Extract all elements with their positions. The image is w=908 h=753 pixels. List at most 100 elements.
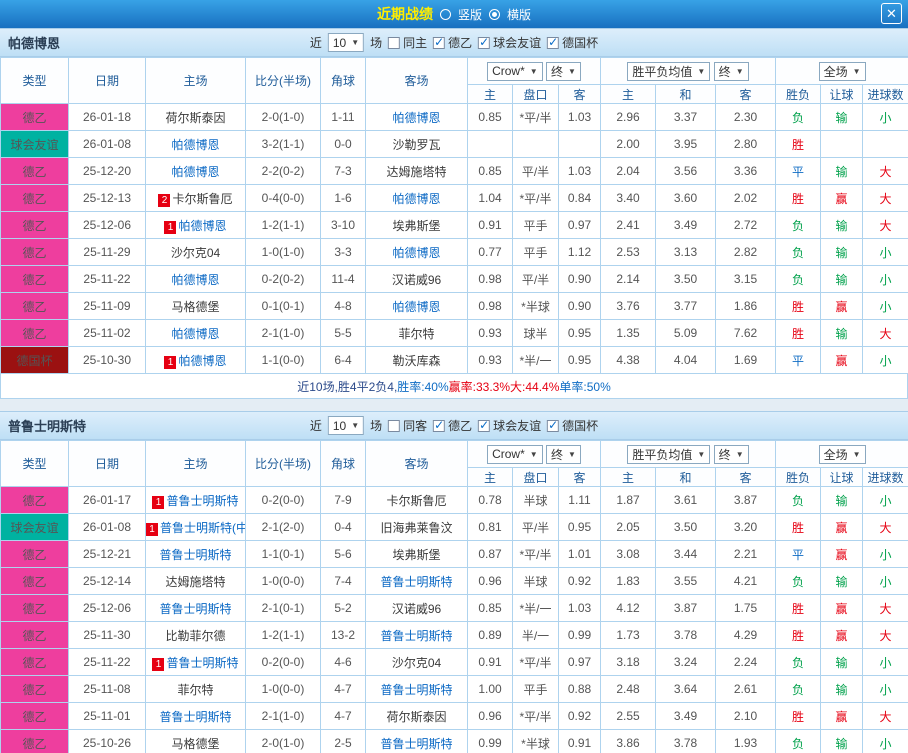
home-team-name[interactable]: 普鲁士明斯特	[166, 494, 238, 508]
same-venue-checkbox[interactable]: 同主	[388, 34, 427, 51]
result-goals: 小	[862, 486, 908, 514]
odds-time-select[interactable]: 终 ▼	[546, 61, 581, 81]
mean-time-select[interactable]: 终 ▼	[713, 61, 749, 81]
col-type: 类型	[0, 57, 69, 104]
away-team-name[interactable]: 普鲁士明斯特	[380, 737, 452, 751]
home-team-name[interactable]: 帕德博恩	[178, 219, 226, 233]
league-checkbox-de2[interactable]: 德乙	[433, 34, 472, 51]
league-type-badge: 球会友谊	[0, 130, 69, 158]
home-team-name[interactable]: 马格德堡	[171, 737, 219, 751]
home-team-name[interactable]: 普鲁士明斯特	[166, 656, 238, 670]
away-team-name[interactable]: 帕德博恩	[392, 111, 440, 125]
match-score: 2-1(1-0)	[245, 702, 321, 730]
away-team-name[interactable]: 菲尔特	[398, 327, 434, 341]
chevron-down-icon: ▼	[568, 66, 576, 76]
league-checkbox-de2[interactable]: 德乙	[433, 417, 472, 434]
odds-company-select[interactable]: Crow* ▼	[487, 61, 543, 81]
handicap-line	[512, 130, 559, 158]
match-date: 25-12-13	[68, 184, 146, 212]
unit-label: 场	[370, 419, 383, 433]
home-team-name[interactable]: 卡尔斯鲁厄	[172, 192, 232, 206]
away-team-name[interactable]: 汉诺威96	[392, 273, 441, 287]
match-count-select[interactable]: 10 ▼	[327, 416, 365, 435]
home-team-name[interactable]: 帕德博恩	[171, 273, 219, 287]
checkbox-label: 球会友谊	[493, 36, 542, 50]
mean-odds-home: 2.48	[600, 675, 656, 703]
home-team-name[interactable]: 荷尔斯泰因	[165, 111, 225, 125]
home-team-name[interactable]: 普鲁士明斯特(中)	[160, 521, 245, 535]
results-table: 类型 日期 主场 比分(半场) 角球 客场 Crow* ▼ 终 ▼ 胜平负均值 ▼ 终…	[0, 57, 908, 374]
home-team-name[interactable]: 帕德博恩	[171, 165, 219, 179]
away-team-name[interactable]: 旧海弗莱鲁汶	[380, 521, 452, 535]
result-goals: 小	[862, 238, 908, 266]
home-team-name[interactable]: 沙尔克04	[171, 246, 220, 260]
home-team-name[interactable]: 马格德堡	[171, 300, 219, 314]
odds-time-select[interactable]: 终 ▼	[546, 444, 581, 464]
table-body: 德乙 26-01-17 1 普鲁士明斯特 0-2(0-0) 7-9 卡尔斯鲁厄 0.78 半球 1…	[0, 486, 908, 753]
away-team-name[interactable]: 普鲁士明斯特	[380, 683, 452, 697]
handicap-odds-home: 0.91	[467, 211, 513, 239]
away-team-name[interactable]: 帕德博恩	[392, 300, 440, 314]
scope-select[interactable]: 全场 ▼	[818, 444, 866, 464]
league-checkbox-cup[interactable]: 德国杯	[547, 417, 598, 434]
home-team-name[interactable]: 达姆施塔特	[165, 575, 225, 589]
away-team-name[interactable]: 荷尔斯泰因	[386, 710, 446, 724]
league-checkbox-friendly[interactable]: 球会友谊	[478, 34, 541, 51]
result-wdl: 负	[775, 265, 822, 293]
horizontal-layout-label[interactable]: 横版	[507, 6, 531, 23]
handicap-odds-home: 0.96	[467, 702, 513, 730]
away-team-name[interactable]: 普鲁士明斯特	[380, 575, 452, 589]
away-team-name[interactable]: 普鲁士明斯特	[380, 629, 452, 643]
away-team-name[interactable]: 达姆施塔特	[386, 165, 446, 179]
league-checkbox-cup[interactable]: 德国杯	[547, 34, 598, 51]
away-team-name[interactable]: 沙勒罗瓦	[392, 138, 440, 152]
match-count-select[interactable]: 10 ▼	[327, 33, 365, 52]
match-row: 德乙 25-12-20 帕德博恩 2-2(0-2) 7-3 达姆施塔特 0.85 平/半 1.0…	[0, 157, 908, 185]
home-team-name[interactable]: 普鲁士明斯特	[159, 548, 231, 562]
home-team-name[interactable]: 普鲁士明斯特	[159, 602, 231, 616]
away-team-name[interactable]: 卡尔斯鲁厄	[386, 494, 446, 508]
mean-odds-select[interactable]: 胜平负均值 ▼	[627, 444, 711, 464]
away-team-name[interactable]: 帕德博恩	[392, 192, 440, 206]
league-checkbox-friendly[interactable]: 球会友谊	[478, 417, 541, 434]
close-icon[interactable]: ✕	[881, 3, 902, 24]
home-team-name[interactable]: 比勒菲尔德	[165, 629, 225, 643]
result-wdl: 胜	[775, 621, 822, 649]
away-team-name[interactable]: 埃弗斯堡	[392, 219, 440, 233]
match-row: 球会友谊 26-01-08 帕德博恩 3-2(1-1) 0-0 沙勒罗瓦 2.00 3.95 2…	[0, 130, 908, 158]
away-team-cell: 帕德博恩	[365, 238, 468, 266]
mean-time-select[interactable]: 终 ▼	[713, 444, 749, 464]
vertical-layout-radio[interactable]	[439, 8, 451, 20]
checkbox-checked-icon	[433, 35, 446, 49]
home-team-name[interactable]: 普鲁士明斯特	[159, 710, 231, 724]
away-team-name[interactable]: 勒沃库森	[392, 354, 440, 368]
away-team-name[interactable]: 沙尔克04	[392, 656, 441, 670]
vertical-layout-label[interactable]: 竖版	[458, 6, 482, 23]
away-team-name[interactable]: 帕德博恩	[392, 246, 440, 260]
home-team-name[interactable]: 帕德博恩	[171, 138, 219, 152]
away-team-name[interactable]: 汉诺威96	[392, 602, 441, 616]
mean-odds-select[interactable]: 胜平负均值 ▼	[627, 61, 711, 81]
home-team-name[interactable]: 帕德博恩	[178, 354, 226, 368]
mean-odds-away: 7.62	[714, 319, 777, 347]
scope-select[interactable]: 全场 ▼	[818, 61, 866, 81]
home-team-name[interactable]: 菲尔特	[177, 683, 213, 697]
chevron-down-icon: ▼	[351, 421, 360, 430]
home-team-name[interactable]: 帕德博恩	[171, 327, 219, 341]
section-header: 帕德博恩 近 10 ▼ 场 同主 德乙 球会友谊 德国杯	[0, 28, 908, 57]
horizontal-layout-radio[interactable]	[489, 8, 500, 20]
handicap-line: 平/半	[512, 265, 559, 293]
result-goals: 大	[862, 184, 908, 212]
match-row: 德乙 25-11-09 马格德堡 0-1(0-1) 4-8 帕德博恩 0.98 *半球 0.90…	[0, 292, 908, 320]
home-team-cell: 达姆施塔特	[145, 567, 246, 595]
same-venue-checkbox[interactable]: 同客	[388, 417, 427, 434]
match-row: 德乙 25-11-22 1 普鲁士明斯特 0-2(0-0) 4-6 沙尔克04 0.91 *平/…	[0, 648, 908, 676]
odds-company-select[interactable]: Crow* ▼	[487, 444, 543, 464]
away-team-name[interactable]: 埃弗斯堡	[392, 548, 440, 562]
match-row: 德乙 25-10-26 马格德堡 2-0(1-0) 2-5 普鲁士明斯特 0.99 *半球 0.…	[0, 729, 908, 753]
away-team-cell: 普鲁士明斯特	[365, 729, 468, 753]
checkbox-label: 德国杯	[562, 419, 599, 433]
match-date: 25-12-06	[68, 594, 146, 622]
home-team-cell: 荷尔斯泰因	[145, 103, 246, 131]
mean-odds-away: 1.75	[714, 594, 777, 622]
